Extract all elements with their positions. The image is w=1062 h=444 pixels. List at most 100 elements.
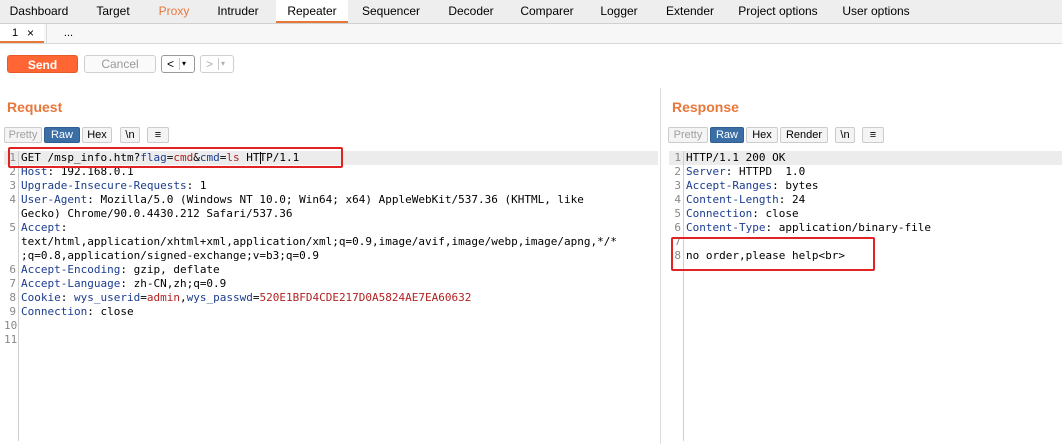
repeater-tab-1[interactable]: 1 × [0, 24, 44, 43]
tab-dashboard[interactable]: Dashboard [0, 0, 78, 23]
request-line-4: User-Agent: Mozilla/5.0 (Windows NT 10.0… [21, 193, 584, 207]
response-line-4: Content-Length: 24 [686, 193, 805, 207]
header-sep: : [60, 291, 74, 304]
header-name: User-Agent [21, 193, 88, 206]
chevron-right-icon: > [206, 57, 214, 71]
line-number: 8 [9, 291, 16, 304]
header-value: : Mozilla/5.0 (Windows NT 10.0; Win64; x… [87, 193, 584, 206]
request-line-7: Accept-Language: zh-CN,zh;q=0.9 [21, 277, 226, 291]
tab-project-options[interactable]: Project options [728, 0, 828, 23]
request-line-3: Upgrade-Insecure-Requests: 1 [21, 179, 206, 193]
header-name: Accept-Language [21, 277, 121, 290]
line-number: 3 [9, 179, 16, 192]
line-number: 4 [9, 193, 16, 206]
cookie-comma: , [179, 291, 187, 304]
response-render-button[interactable]: Render [780, 127, 828, 143]
response-raw-button[interactable]: Raw [710, 127, 744, 143]
request-line-8: Cookie: wys_userid=admin,wys_passwd=520E… [21, 291, 471, 305]
header-value: : 1 [186, 179, 207, 192]
header-value: : HTTPD 1.0 [725, 165, 806, 178]
request-hex-button[interactable]: Hex [82, 127, 112, 143]
request-raw-button[interactable]: Raw [44, 127, 80, 143]
highlight-box-response [671, 237, 875, 271]
response-menu-icon[interactable]: ≡ [862, 127, 884, 143]
tab-logger[interactable]: Logger [586, 0, 652, 23]
request-line-5-wrap: ;q=0.8,application/signed-exchange;v=b3;… [21, 249, 320, 262]
response-newline-toggle[interactable]: \n [835, 127, 855, 143]
chevron-down-icon[interactable]: ▾ [182, 56, 186, 72]
response-line-5: Connection: close [686, 207, 799, 221]
line-number: 4 [674, 193, 681, 206]
line-number: 6 [674, 221, 681, 234]
request-editor[interactable]: 1 2 3 4 5 6 7 8 9 10 11 GET /msp_info.ht… [4, 151, 658, 443]
request-title: Request [7, 99, 63, 115]
cookie-value: 520E1BFD4CDE217D0A5824AE7EA60632 [259, 291, 472, 304]
header-value: : bytes [772, 179, 819, 192]
request-line-4-wrap: Gecko) Chrome/90.0.4430.212 Safari/537.3… [21, 207, 293, 220]
header-value: : gzip, deflate [120, 263, 220, 276]
header-name: Connection [686, 207, 753, 220]
response-editor[interactable]: 1 2 3 4 5 6 7 8 HTTP/1.1 200 OK Server: … [669, 151, 1062, 443]
header-value: : [60, 221, 68, 234]
chevron-left-icon: < [167, 57, 175, 71]
response-line-2: Server: HTTPD 1.0 [686, 165, 805, 179]
header-name: Content-Length [686, 193, 779, 206]
button-separator [218, 58, 219, 70]
line-number: 5 [9, 221, 16, 234]
cookie-key: wys_userid [74, 291, 141, 304]
repeater-tab-bar: 1 × ... [0, 24, 1062, 44]
request-line-6: Accept-Encoding: gzip, deflate [21, 263, 220, 277]
tab-decoder[interactable]: Decoder [434, 0, 508, 23]
send-button[interactable]: Send [7, 55, 78, 73]
header-value: : application/binary-file [765, 221, 932, 234]
line-number: 1 [674, 151, 681, 164]
header-name: Cookie [21, 291, 61, 304]
button-separator [179, 58, 180, 70]
header-value: : 24 [778, 193, 806, 206]
header-value: : zh-CN,zh;q=0.9 [120, 277, 227, 290]
request-menu-icon[interactable]: ≡ [147, 127, 169, 143]
line-number: 7 [9, 277, 16, 290]
header-name: Connection [21, 305, 88, 318]
tab-intruder[interactable]: Intruder [200, 0, 276, 23]
chevron-down-icon[interactable]: ▾ [221, 56, 225, 72]
tab-extender[interactable]: Extender [652, 0, 728, 23]
request-pretty-button[interactable]: Pretty [4, 127, 42, 143]
forward-history-button[interactable]: > ▾ [200, 55, 234, 73]
tab-target[interactable]: Target [78, 0, 148, 23]
tab-proxy[interactable]: Proxy [148, 0, 200, 23]
header-name: Accept [21, 221, 61, 234]
repeater-tab-label: 1 [12, 27, 19, 39]
header-value: : close [87, 305, 134, 318]
line-number: 10 [4, 319, 18, 332]
response-hex-button[interactable]: Hex [746, 127, 778, 143]
header-name: Content-Type [686, 221, 766, 234]
line-number: 5 [674, 207, 681, 220]
header-name: Accept-Encoding [21, 263, 121, 276]
request-line-5: Accept: [21, 221, 67, 235]
line-number: 9 [9, 305, 16, 318]
response-line-3: Accept-Ranges: bytes [686, 179, 818, 193]
request-newline-toggle[interactable]: \n [120, 127, 140, 143]
tab-repeater[interactable]: Repeater [276, 0, 348, 23]
line-number: 6 [9, 263, 16, 276]
close-icon[interactable]: × [27, 24, 34, 42]
tab-comparer[interactable]: Comparer [508, 0, 586, 23]
response-status-line: HTTP/1.1 200 OK [686, 151, 786, 164]
tab-user-options[interactable]: User options [828, 0, 924, 23]
line-number: 2 [674, 165, 681, 178]
header-name: Accept-Ranges [686, 179, 773, 192]
header-name: Upgrade-Insecure-Requests [21, 179, 187, 192]
back-history-button[interactable]: < ▾ [161, 55, 195, 73]
response-title: Response [672, 99, 739, 115]
cancel-button[interactable]: Cancel [84, 55, 156, 73]
request-line-9: Connection: close [21, 305, 134, 319]
header-name: Server [686, 165, 726, 178]
new-tab-button[interactable]: ... [46, 24, 90, 43]
tab-sequencer[interactable]: Sequencer [348, 0, 434, 23]
line-number: 3 [674, 179, 681, 192]
cookie-key: wys_passwd [186, 291, 253, 304]
panel-divider[interactable] [660, 88, 661, 444]
response-pretty-button[interactable]: Pretty [668, 127, 708, 143]
header-value: : close [752, 207, 799, 220]
